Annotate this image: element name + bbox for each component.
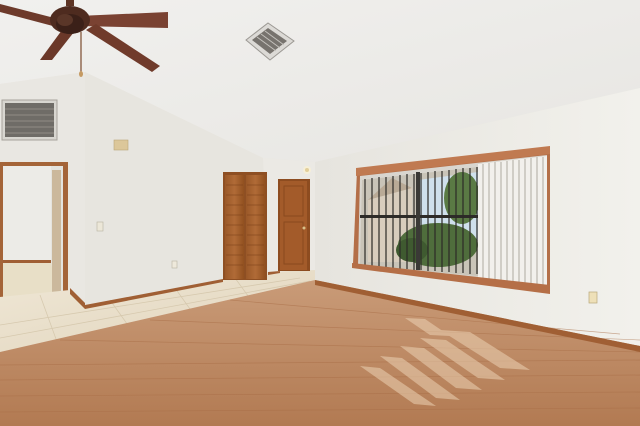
left-doorway — [0, 162, 68, 297]
closet-door — [223, 172, 267, 280]
room-photo — [0, 0, 640, 426]
back-door — [278, 179, 310, 271]
wall-vent-icon — [1, 99, 58, 141]
room-illustration — [0, 0, 640, 426]
corridor-light-icon — [303, 166, 311, 174]
light-switch-icon — [96, 221, 104, 232]
thermostat-icon — [113, 139, 129, 151]
vertical-blinds — [478, 156, 547, 288]
window — [352, 146, 550, 294]
electrical-outlet-icon — [171, 260, 178, 269]
electrical-outlet-icon — [588, 291, 598, 304]
